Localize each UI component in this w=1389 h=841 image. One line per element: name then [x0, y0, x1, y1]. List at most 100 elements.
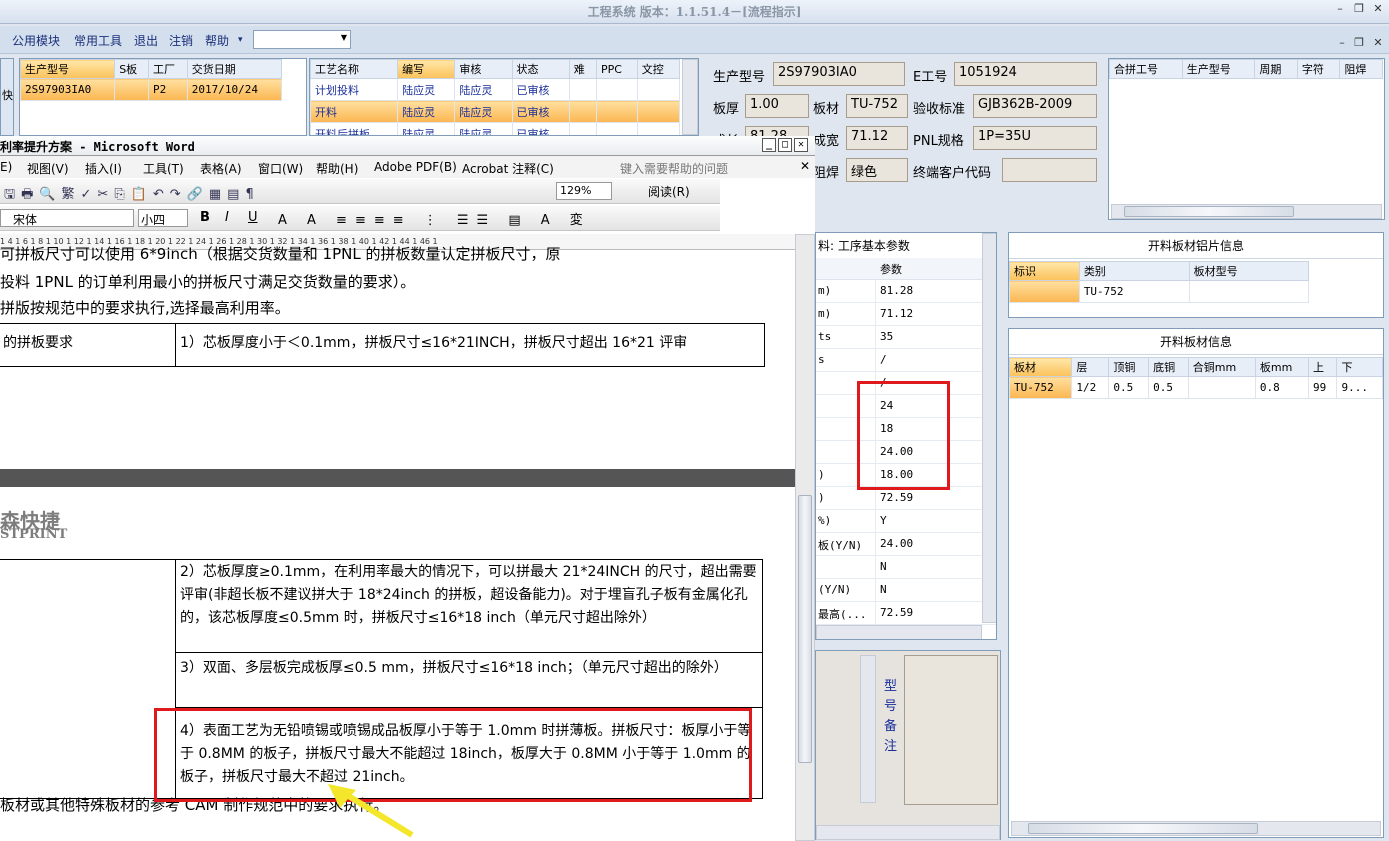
- table-row[interactable]: 最高(... 72.59: [816, 602, 996, 625]
- scroll-thumb[interactable]: [798, 495, 812, 763]
- col-cycle[interactable]: 周期: [1254, 59, 1298, 79]
- col-down[interactable]: 下: [1336, 357, 1383, 377]
- italic-icon[interactable]: I: [225, 210, 229, 225]
- acceptance-standard-field[interactable]: GJB362B-2009: [973, 94, 1097, 118]
- col-merge-number[interactable]: 合拼工号: [1109, 59, 1183, 79]
- table-row[interactable]: 2S97903IA0 P2 2017/10/24: [19, 78, 283, 101]
- word-menu-edit[interactable]: E): [0, 160, 12, 174]
- col-character[interactable]: 字符: [1296, 59, 1341, 79]
- toolbar-icons[interactable]: 🖫🖶🔍繁✓✂⎘📋↶↷🔗▦▤¶: [4, 183, 260, 207]
- mdi-minimize-icon[interactable]: –: [1335, 36, 1349, 50]
- col-layer[interactable]: 层: [1071, 357, 1110, 377]
- merge-hscrollbar[interactable]: [1111, 204, 1382, 219]
- word-menu-acrobat[interactable]: Acrobat 注释(C): [462, 160, 554, 177]
- table-row[interactable]: m) 71.12: [816, 303, 996, 326]
- help-dropdown-icon[interactable]: ▾: [238, 35, 243, 45]
- document-page-1[interactable]: 可拼板尺寸可以使用 6*9inch（根据交货数量和 1PNL 的拼板数量认定拼板…: [0, 245, 795, 469]
- restore-icon[interactable]: ❐: [1352, 2, 1366, 16]
- bold-icon[interactable]: B: [200, 210, 210, 225]
- table-row[interactable]: N: [816, 556, 996, 579]
- col-up[interactable]: 上: [1307, 357, 1338, 377]
- pnl-spec-field[interactable]: 1P=35U: [973, 126, 1097, 150]
- solder-mask-field[interactable]: 绿色: [846, 158, 908, 182]
- underline-icon[interactable]: U: [248, 210, 258, 225]
- zoom-combo[interactable]: 129%: [556, 182, 612, 200]
- col-board-mm[interactable]: 板mm: [1254, 357, 1309, 377]
- material-field[interactable]: TU-752: [846, 94, 908, 118]
- minimize-icon[interactable]: –: [1333, 2, 1347, 16]
- word-menu-help[interactable]: 帮助(H): [316, 160, 358, 177]
- col-status[interactable]: 状态: [511, 59, 570, 79]
- thickness-field[interactable]: 1.00: [745, 94, 809, 118]
- font-name-combo[interactable]: 宋体: [0, 209, 134, 227]
- word-menu-view[interactable]: 视图(V): [27, 160, 69, 177]
- remark-hscrollbar[interactable]: [816, 825, 1000, 840]
- col-solder-mask[interactable]: 阻焊: [1339, 59, 1383, 79]
- mdi-close-icon[interactable]: ✕: [1371, 36, 1385, 50]
- restore-icon[interactable]: □: [778, 138, 792, 152]
- col-author[interactable]: 编写: [397, 59, 456, 79]
- process-scrollbar[interactable]: [682, 59, 698, 135]
- minimize-icon[interactable]: _: [762, 138, 776, 152]
- col-prod-model[interactable]: 生产型号: [1181, 59, 1256, 79]
- font-size-combo[interactable]: 小四: [138, 209, 188, 227]
- col-factory[interactable]: 工厂: [147, 59, 188, 79]
- word-menu-window[interactable]: 窗口(W): [258, 160, 303, 177]
- scroll-thumb[interactable]: [1028, 823, 1258, 834]
- table-row[interactable]: 开料后拼板 陆应灵 陆应灵 已审核: [310, 122, 681, 135]
- close-doc-icon[interactable]: ✕: [800, 159, 810, 173]
- col-bottom-copper[interactable]: 底铜: [1148, 357, 1189, 377]
- table-row[interactable]: %) Y: [816, 510, 996, 533]
- table-row[interactable]: s /: [816, 349, 996, 372]
- table-row[interactable]: 计划投料 陆应灵 陆应灵 已审核: [310, 78, 681, 101]
- remark-vscrollbar[interactable]: [860, 655, 876, 803]
- table-row[interactable]: TU-752 1/2 0.5 0.5 0.8 99 9...: [1008, 376, 1383, 399]
- word-menu-insert[interactable]: 插入(I): [85, 160, 122, 177]
- col-category[interactable]: 类别: [1078, 261, 1190, 281]
- word-vscrollbar[interactable]: [795, 234, 815, 841]
- col-s-board[interactable]: S板: [114, 59, 149, 79]
- col-ppc[interactable]: PPC: [595, 59, 638, 79]
- remark-field[interactable]: [904, 655, 998, 805]
- col-delivery-date[interactable]: 交货日期: [186, 59, 283, 79]
- col-prod-model[interactable]: 生产型号: [19, 59, 116, 79]
- menu-public-modules[interactable]: 公用模块: [12, 32, 60, 49]
- col-reviewer[interactable]: 审核: [454, 59, 513, 79]
- table-row[interactable]: TU-752: [1009, 280, 1310, 303]
- table-row[interactable]: ts 35: [816, 326, 996, 349]
- close-icon[interactable]: ✕: [1371, 2, 1385, 16]
- prod-model-field[interactable]: 2S97903IA0: [773, 62, 905, 86]
- table-row[interactable]: (Y/N) N: [816, 579, 996, 602]
- word-menu-adobe-pdf[interactable]: Adobe PDF(B): [374, 160, 457, 174]
- end-customer-code-field[interactable]: [1002, 158, 1097, 182]
- table-row[interactable]: 开料 陆应灵 陆应灵 已审核: [310, 100, 681, 123]
- col-mark[interactable]: 标识: [1009, 261, 1080, 281]
- col-process-name[interactable]: 工艺名称: [310, 59, 399, 79]
- params-vscrollbar[interactable]: [982, 233, 996, 623]
- col-total-copper[interactable]: 合铜mm: [1187, 357, 1256, 377]
- col-doc-control[interactable]: 文控: [636, 59, 681, 79]
- word-menu-table[interactable]: 表格(A): [200, 160, 242, 177]
- scroll-thumb[interactable]: [1124, 206, 1294, 217]
- col-board[interactable]: 板材: [1008, 357, 1073, 377]
- table-row[interactable]: 板(Y/N) 24.00: [816, 533, 996, 556]
- close-icon[interactable]: ✕: [794, 138, 808, 152]
- col-board-type[interactable]: 板材型号: [1188, 261, 1310, 281]
- word-menu-tools[interactable]: 工具(T): [143, 160, 184, 177]
- params-hscrollbar[interactable]: [816, 625, 982, 639]
- reading-mode-button[interactable]: 阅读(R): [648, 183, 690, 200]
- width-field[interactable]: 71.12: [846, 126, 908, 150]
- menu-help[interactable]: 帮助: [205, 32, 229, 49]
- menu-exit[interactable]: 退出: [134, 32, 158, 49]
- menu-common-tools[interactable]: 常用工具: [74, 32, 122, 49]
- cutting-hscrollbar[interactable]: [1011, 821, 1381, 836]
- module-combo[interactable]: ▼: [253, 30, 351, 49]
- table-row[interactable]: ) 72.59: [816, 487, 996, 510]
- table-row[interactable]: m) 81.28: [816, 280, 996, 303]
- col-top-copper[interactable]: 顶铜: [1108, 357, 1150, 377]
- col-difficulty[interactable]: 难: [568, 59, 597, 79]
- e-number-field[interactable]: 1051924: [954, 62, 1097, 86]
- help-question-input[interactable]: 键入需要帮助的问题: [620, 160, 728, 177]
- format-icons[interactable]: A A ≡≡≡≡ ⋮ ☰☰ ▤ A 変: [278, 209, 591, 228]
- mdi-restore-icon[interactable]: ❐: [1352, 36, 1366, 50]
